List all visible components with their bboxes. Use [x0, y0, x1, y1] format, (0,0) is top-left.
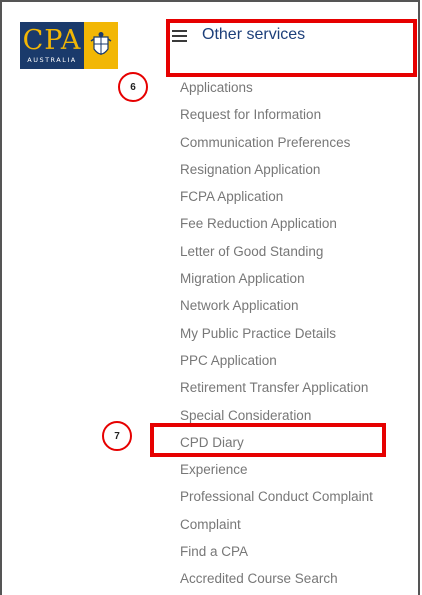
highlight-box-cpd-diary — [150, 423, 386, 457]
menu-item-fcpa-application[interactable]: FCPA Application — [180, 183, 373, 210]
menu-item-communication-preferences[interactable]: Communication Preferences — [180, 129, 373, 156]
menu-item-complaint[interactable]: Complaint — [180, 511, 373, 538]
logo-wordmark: CPA AUSTRALIA — [20, 22, 84, 69]
step-7-badge: 7 — [102, 421, 132, 451]
other-services-menu: Applications Request for Information Com… — [180, 74, 373, 593]
menu-item-applications[interactable]: Applications — [180, 74, 373, 101]
menu-item-experience[interactable]: Experience — [180, 456, 373, 483]
menu-item-professional-conduct-complaint[interactable]: Professional Conduct Complaint — [180, 483, 373, 510]
step-6-badge: 6 — [118, 72, 148, 102]
menu-item-retirement-transfer-application[interactable]: Retirement Transfer Application — [180, 374, 373, 401]
menu-item-network-application[interactable]: Network Application — [180, 292, 373, 319]
menu-item-fee-reduction-application[interactable]: Fee Reduction Application — [180, 210, 373, 237]
menu-item-find-a-cpa[interactable]: Find a CPA — [180, 538, 373, 565]
cpa-australia-logo[interactable]: CPA AUSTRALIA — [20, 22, 118, 69]
menu-item-resignation-application[interactable]: Resignation Application — [180, 156, 373, 183]
menu-item-my-public-practice-details[interactable]: My Public Practice Details — [180, 320, 373, 347]
highlight-box-other-services — [166, 19, 417, 77]
menu-item-accredited-course-search[interactable]: Accredited Course Search — [180, 565, 373, 592]
menu-item-migration-application[interactable]: Migration Application — [180, 265, 373, 292]
logo-australia-text: AUSTRALIA — [27, 56, 77, 64]
menu-item-letter-of-good-standing[interactable]: Letter of Good Standing — [180, 238, 373, 265]
coat-of-arms-icon — [84, 22, 118, 69]
menu-item-ppc-application[interactable]: PPC Application — [180, 347, 373, 374]
menu-item-request-for-information[interactable]: Request for Information — [180, 101, 373, 128]
logo-cpa-text: CPA — [22, 25, 82, 56]
